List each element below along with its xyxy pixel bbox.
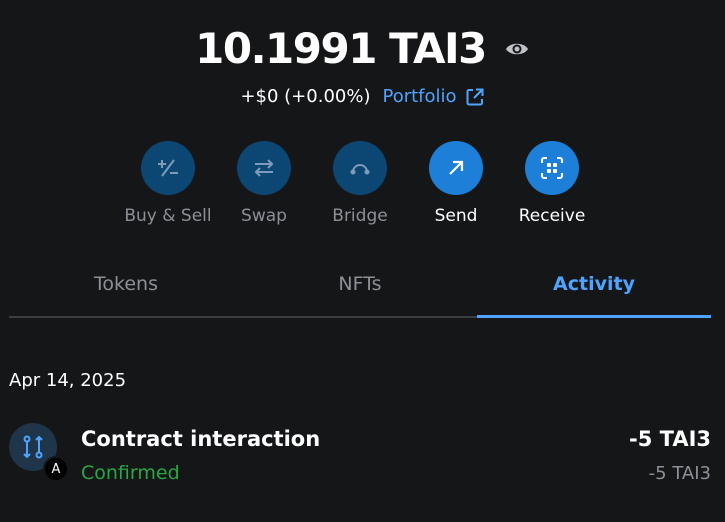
balance-change-row: +$0 (+0.00%) Portfolio bbox=[0, 86, 725, 107]
swap-arrows-icon bbox=[237, 141, 291, 195]
network-badge: A bbox=[43, 456, 69, 482]
bridge-icon bbox=[333, 141, 387, 195]
buy-sell-button[interactable]: Buy & Sell bbox=[120, 141, 216, 226]
tab-bar: Tokens NFTs Activity bbox=[9, 262, 711, 318]
portfolio-link-label: Portfolio bbox=[382, 86, 457, 107]
send-button[interactable]: Send bbox=[408, 141, 504, 226]
qr-code-icon bbox=[525, 141, 579, 195]
swap-label: Swap bbox=[241, 206, 287, 226]
transaction-status: Confirmed bbox=[81, 462, 180, 484]
buy-sell-label: Buy & Sell bbox=[124, 206, 212, 226]
balance-header: 10.1991 TAI3 bbox=[0, 24, 725, 73]
transaction-title: Contract interaction bbox=[81, 427, 321, 451]
transaction-row[interactable]: A Contract interaction Confirmed -5 TAI3… bbox=[9, 418, 711, 488]
tab-tokens[interactable]: Tokens bbox=[9, 262, 243, 316]
swap-button[interactable]: Swap bbox=[216, 141, 312, 226]
receive-button[interactable]: Receive bbox=[504, 141, 600, 226]
balance-amount: 10.1991 TAI3 bbox=[195, 24, 487, 73]
receive-label: Receive bbox=[518, 206, 586, 226]
send-label: Send bbox=[434, 206, 478, 226]
tab-nfts[interactable]: NFTs bbox=[243, 262, 477, 316]
transaction-amount: -5 TAI3 bbox=[628, 427, 711, 451]
action-buttons: Buy & Sell Swap Bridge Send Receive bbox=[120, 141, 600, 226]
activity-date-header: Apr 14, 2025 bbox=[9, 370, 127, 391]
eye-icon[interactable] bbox=[504, 36, 530, 62]
bridge-label: Bridge bbox=[332, 206, 388, 226]
external-link-icon bbox=[466, 88, 484, 105]
bridge-button[interactable]: Bridge bbox=[312, 141, 408, 226]
portfolio-link[interactable]: Portfolio bbox=[382, 86, 484, 107]
transaction-amount-secondary: -5 TAI3 bbox=[648, 463, 711, 484]
plus-minus-icon bbox=[141, 141, 195, 195]
balance-change: +$0 (+0.00%) bbox=[240, 86, 371, 107]
tab-activity[interactable]: Activity bbox=[477, 262, 711, 318]
arrow-up-right-icon bbox=[429, 141, 483, 195]
